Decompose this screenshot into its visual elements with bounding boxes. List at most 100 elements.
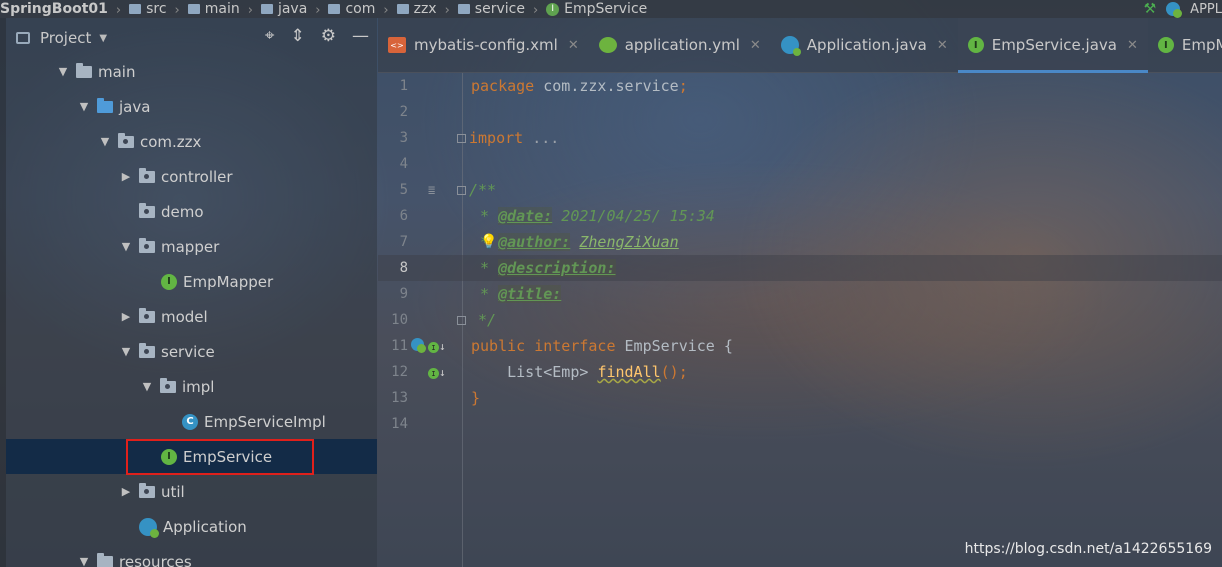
- collapse-all-icon[interactable]: ⇕: [291, 26, 305, 46]
- tab-mybatis-config[interactable]: <> mybatis-config.xml ✕: [378, 18, 589, 73]
- hide-panel-minus-icon[interactable]: —: [352, 26, 369, 46]
- expand-arrow-icon[interactable]: ▼: [98, 135, 112, 148]
- collapsed-arrow-icon[interactable]: ▶: [119, 485, 133, 498]
- code-line[interactable]: 9 * @title:: [378, 281, 1222, 307]
- doc-tag-title: @title:: [498, 285, 562, 303]
- tree-item-label: demo: [161, 202, 204, 221]
- lightbulb-icon[interactable]: 💡: [480, 234, 497, 250]
- tree-item-util[interactable]: ▶ util: [6, 474, 377, 509]
- expand-arrow-icon[interactable]: ▼: [77, 555, 91, 567]
- tree-item-resources[interactable]: ▼ resources: [6, 544, 377, 567]
- folder-icon: [260, 4, 273, 14]
- tree-item-java[interactable]: ▼ java: [6, 89, 377, 124]
- chevron-down-icon[interactable]: ▼: [99, 33, 107, 44]
- tree-item-empserviceimpl[interactable]: C EmpServiceImpl: [6, 404, 377, 439]
- expand-arrow-icon[interactable]: ▼: [119, 240, 133, 253]
- line-number: 2: [399, 104, 408, 120]
- gear-icon[interactable]: ⚙: [321, 26, 336, 46]
- code-line[interactable]: 1 package com.zzx.service;: [378, 73, 1222, 99]
- line-number: 13: [391, 390, 408, 406]
- tree-item-controller[interactable]: ▶ controller: [6, 159, 377, 194]
- tree-item-impl[interactable]: ▼ impl: [6, 369, 377, 404]
- tree-item-label: model: [161, 307, 208, 326]
- code-line[interactable]: 4: [378, 151, 1222, 177]
- line-number: 7: [399, 234, 408, 250]
- run-config-label[interactable]: APPL: [1190, 2, 1222, 17]
- locate-crosshair-icon[interactable]: ⌖: [265, 26, 275, 46]
- code-line[interactable]: 2: [378, 99, 1222, 125]
- class-icon: C: [182, 413, 198, 430]
- tree-item-main[interactable]: ▼ main: [6, 54, 377, 89]
- breadcrumb-src[interactable]: src: [123, 0, 172, 18]
- tab-application-java[interactable]: Application.java ✕: [771, 18, 958, 73]
- close-icon[interactable]: ✕: [1127, 38, 1138, 53]
- code-line[interactable]: 3 import ...: [378, 125, 1222, 151]
- project-view-title[interactable]: Project: [40, 29, 91, 47]
- folder-icon: [187, 4, 200, 14]
- code-line[interactable]: 7 * @author: ZhengZiXuan 💡: [378, 229, 1222, 255]
- breadcrumb-separator: ›: [532, 3, 539, 18]
- tree-item-model[interactable]: ▶ model: [6, 299, 377, 334]
- close-icon[interactable]: ✕: [568, 38, 579, 53]
- breadcrumb-project[interactable]: SpringBoot01: [0, 0, 114, 18]
- tree-item-label: EmpMapper: [183, 272, 274, 291]
- breadcrumb-com[interactable]: com: [322, 0, 381, 18]
- close-icon[interactable]: ✕: [750, 38, 761, 53]
- breadcrumb-service[interactable]: service: [452, 0, 531, 18]
- package-icon: [139, 237, 155, 253]
- code-line[interactable]: 5 ≣ /**: [378, 177, 1222, 203]
- expand-arrow-icon[interactable]: ▼: [77, 100, 91, 113]
- breadcrumb-label: main: [204, 1, 240, 17]
- fold-toggle-icon[interactable]: [457, 186, 466, 195]
- breadcrumb-main[interactable]: main: [182, 0, 246, 18]
- code-line[interactable]: 14: [378, 411, 1222, 437]
- generic-close: >: [579, 363, 598, 381]
- tree-item-label: util: [161, 482, 185, 501]
- rendered-doc-icon[interactable]: ≣: [428, 183, 435, 197]
- xml-icon: <>: [388, 37, 406, 53]
- line-number: 5: [399, 182, 408, 198]
- code-line[interactable]: 12 I ↓ List<Emp> findAll();: [378, 359, 1222, 385]
- package-icon: [457, 4, 470, 14]
- breadcrumb-zzx[interactable]: zzx: [391, 0, 443, 18]
- tab-application-yml[interactable]: application.yml ✕: [589, 18, 771, 73]
- doc-author-value: ZhengZiXuan: [579, 233, 679, 251]
- tree-item-application[interactable]: Application: [6, 509, 377, 544]
- code-line[interactable]: 11 I ↓ public interface EmpService {: [378, 333, 1222, 359]
- interface-icon: I: [1157, 37, 1174, 53]
- tree-item-service[interactable]: ▼ service: [6, 334, 377, 369]
- code-line-current[interactable]: 8 * @description:: [378, 255, 1222, 281]
- expand-arrow-icon[interactable]: ▼: [119, 345, 133, 358]
- line-number: 6: [399, 208, 408, 224]
- fold-toggle-icon[interactable]: [457, 316, 466, 325]
- breadcrumb-java[interactable]: java: [255, 0, 313, 18]
- collapsed-arrow-icon[interactable]: ▶: [119, 310, 133, 323]
- fold-toggle-icon[interactable]: [457, 134, 466, 143]
- tree-item-empmapper[interactable]: I EmpMapper: [6, 264, 377, 299]
- code-line[interactable]: 6 * @date: 2021/04/25/ 15:34: [378, 203, 1222, 229]
- line-number: 11: [391, 338, 408, 354]
- tab-label: Application.java: [806, 36, 927, 54]
- close-icon[interactable]: ✕: [937, 38, 948, 53]
- tab-empmapper[interactable]: I EmpMapp: [1148, 18, 1222, 73]
- tree-item-com-zzx[interactable]: ▼ com.zzx: [6, 124, 377, 159]
- method-params: ();: [660, 363, 688, 381]
- spring-bean-icon[interactable]: [411, 338, 426, 354]
- tree-item-mapper[interactable]: ▼ mapper: [6, 229, 377, 264]
- implemented-icon[interactable]: I ↓: [428, 339, 446, 354]
- tree-item-demo[interactable]: ▶ demo: [6, 194, 377, 229]
- code-line[interactable]: 13 }: [378, 385, 1222, 411]
- expand-arrow-icon[interactable]: ▼: [140, 380, 154, 393]
- implemented-method-icon[interactable]: I ↓: [428, 365, 446, 380]
- folded-imports[interactable]: ...: [523, 129, 559, 147]
- folder-icon: [129, 4, 142, 14]
- build-hammer-icon[interactable]: ⚒: [1144, 1, 1157, 17]
- tab-empservice-java[interactable]: I EmpService.java ✕: [957, 17, 1149, 73]
- breadcrumb-empservice[interactable]: I EmpService: [540, 0, 653, 18]
- package-icon: [328, 4, 341, 14]
- expand-arrow-icon[interactable]: ▼: [56, 65, 70, 78]
- project-panel-actions: ⌖ ⇕ ⚙ —: [265, 26, 369, 46]
- code-line[interactable]: 10 */: [378, 307, 1222, 333]
- collapsed-arrow-icon[interactable]: ▶: [119, 170, 133, 183]
- line-number: 10: [391, 312, 408, 328]
